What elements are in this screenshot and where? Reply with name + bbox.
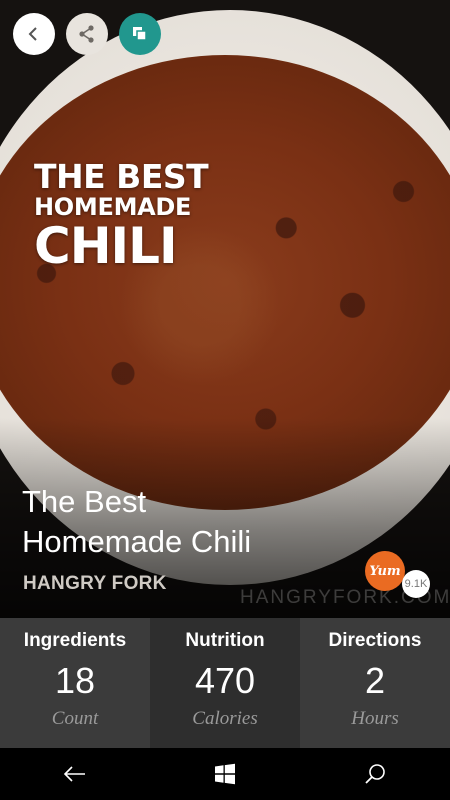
share-button[interactable] [66,13,108,55]
stat-directions[interactable]: Directions 2 Hours [300,618,450,748]
stat-label: Directions [328,630,422,651]
hero-overlay-line-2: HOMEMADE [34,193,192,221]
hero-overlay-line-1: THE BEST [34,157,209,196]
yum-button[interactable]: Yum [365,551,405,591]
stat-label: Nutrition [185,630,265,651]
hero-overlay-title: THE BEST HOMEMADE CHILI [34,160,234,271]
nav-search-button[interactable] [345,748,405,800]
stat-unit: Count [51,708,99,729]
recipe-title-line-1: The Best [22,484,147,519]
nav-back-button[interactable] [45,748,105,800]
system-navigation-bar [0,748,450,800]
share-icon [79,25,94,43]
stat-unit: Calories [192,708,258,729]
stat-value: 470 [194,660,256,701]
recipe-source[interactable]: HANGRY FORK [23,573,167,595]
search-icon [365,764,385,784]
stat-value: 18 [54,660,96,701]
windows-logo-icon [215,763,235,785]
stat-value: 2 [364,660,386,701]
chevron-left-icon [28,27,37,41]
nav-home-button[interactable] [195,748,255,800]
recipe-title: The Best Homemade Chili [22,482,352,562]
hero-overlay-line-3: CHILI [34,217,178,275]
recipe-stats-bar: Ingredients 18 Count Nutrition 470 Calor… [0,618,450,748]
collection-button[interactable] [119,13,161,55]
stat-nutrition[interactable]: Nutrition 470 Calories [150,618,300,748]
stat-unit: Hours [351,708,399,729]
stat-ingredients[interactable]: Ingredients 18 Count [0,618,150,748]
recipe-title-line-2: Homemade Chili [22,524,252,559]
back-arrow-icon [63,766,85,782]
back-button[interactable] [13,13,55,55]
yum-count-badge: 9.1K [402,570,430,598]
stat-label: Ingredients [23,630,127,651]
copy-icon [133,27,147,41]
